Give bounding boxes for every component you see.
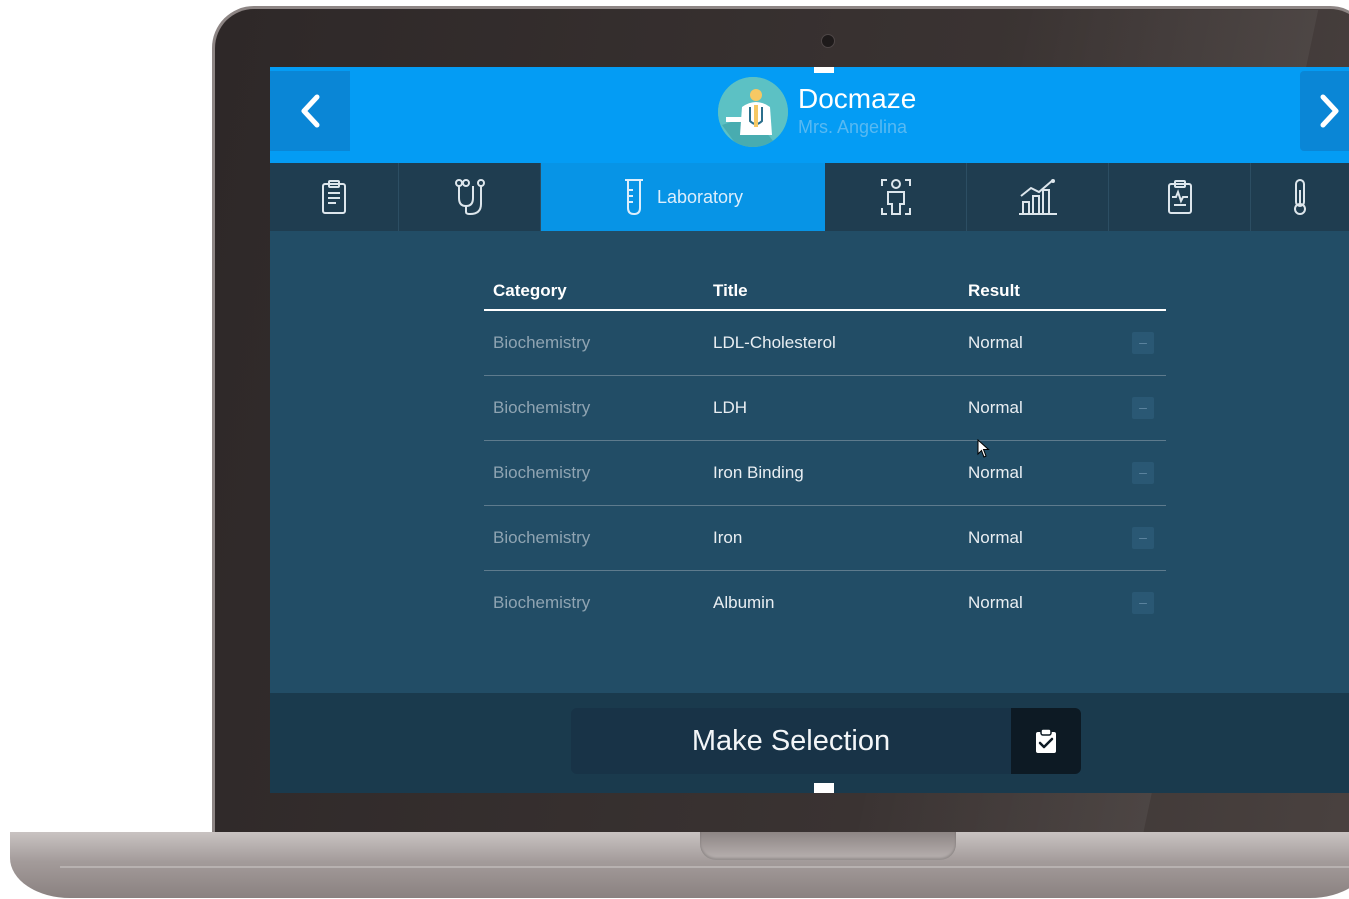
tab-statistics[interactable] xyxy=(967,163,1109,231)
top-handle[interactable] xyxy=(814,67,834,73)
row-category: Biochemistry xyxy=(493,593,591,612)
remove-button[interactable]: – xyxy=(1132,397,1154,419)
tab-examination[interactable] xyxy=(399,163,541,231)
growth-chart-icon xyxy=(1018,179,1057,215)
stethoscope-icon xyxy=(454,179,485,216)
table-row[interactable]: Biochemistry Albumin Normal – xyxy=(484,571,1166,636)
make-selection-button[interactable]: Make Selection xyxy=(571,708,1011,774)
laptop-hinge-notch xyxy=(700,832,956,860)
make-selection-icon-button[interactable] xyxy=(1011,708,1081,774)
laptop-base-edge xyxy=(60,866,1349,868)
row-title: LDH xyxy=(713,398,748,417)
header-bar: Docmaze Mrs. Angelina xyxy=(270,67,1349,163)
remove-button[interactable]: – xyxy=(1132,332,1154,354)
tab-vitals[interactable] xyxy=(1109,163,1251,231)
header-result: Result xyxy=(968,281,1020,300)
doctor-avatar xyxy=(718,77,788,147)
row-result: Normal xyxy=(968,593,1023,612)
tab-laboratory[interactable]: Laboratory xyxy=(541,163,825,231)
doctor-icon xyxy=(718,77,788,147)
row-category: Biochemistry xyxy=(493,528,591,547)
webcam xyxy=(821,34,835,48)
table-row[interactable]: Biochemistry LDL-Cholesterol Normal – xyxy=(484,311,1166,376)
next-button[interactable] xyxy=(1300,71,1349,151)
patient-name: Mrs. Angelina xyxy=(798,117,908,137)
tab-body[interactable] xyxy=(825,163,967,231)
table-row[interactable]: Biochemistry Iron Normal – xyxy=(484,506,1166,571)
tab-laboratory-label: Laboratory xyxy=(656,186,744,207)
laptop-base xyxy=(10,832,1349,898)
tab-bar: Laboratory xyxy=(270,163,1349,231)
row-category: Biochemistry xyxy=(493,333,591,352)
bottom-handle[interactable] xyxy=(814,783,834,793)
clipboard-check-icon xyxy=(1036,728,1056,753)
header-title: Title xyxy=(713,281,748,300)
mouse-cursor-icon xyxy=(977,439,990,458)
table-row[interactable]: Biochemistry Iron Binding Normal – xyxy=(484,441,1166,506)
test-tube-icon xyxy=(624,179,643,216)
row-result: Normal xyxy=(968,528,1023,547)
row-result: Normal xyxy=(968,398,1023,417)
thermometer-icon xyxy=(1294,179,1306,215)
table-row[interactable]: Biochemistry LDH Normal – xyxy=(484,376,1166,441)
app-screen: Docmaze Mrs. Angelina Laboratory Categor… xyxy=(270,67,1349,793)
row-result: Normal xyxy=(968,463,1023,482)
header-category: Category xyxy=(493,281,567,300)
table-header: Category Title Result xyxy=(484,273,1166,311)
clipboard-notes-icon xyxy=(322,180,346,214)
row-result: Normal xyxy=(968,333,1023,352)
row-title: Iron xyxy=(713,528,743,547)
prev-button[interactable] xyxy=(270,71,350,151)
body-scan-icon xyxy=(880,179,911,215)
remove-button[interactable]: – xyxy=(1132,527,1154,549)
remove-button[interactable]: – xyxy=(1132,592,1154,614)
row-title: Albumin xyxy=(713,593,775,612)
tab-notes[interactable] xyxy=(270,163,399,231)
row-category: Biochemistry xyxy=(493,398,591,417)
row-title: LDL-Cholesterol xyxy=(713,333,836,352)
row-category: Biochemistry xyxy=(493,463,591,482)
footer-bar: Make Selection xyxy=(270,693,1349,793)
clipboard-pulse-icon xyxy=(1167,180,1192,214)
chevron-right-icon xyxy=(1320,94,1339,128)
app-title: Docmaze xyxy=(798,83,917,114)
tab-temperature[interactable] xyxy=(1251,163,1349,231)
chevron-left-icon xyxy=(301,94,320,128)
row-title: Iron Binding xyxy=(713,463,804,482)
remove-button[interactable]: – xyxy=(1132,462,1154,484)
